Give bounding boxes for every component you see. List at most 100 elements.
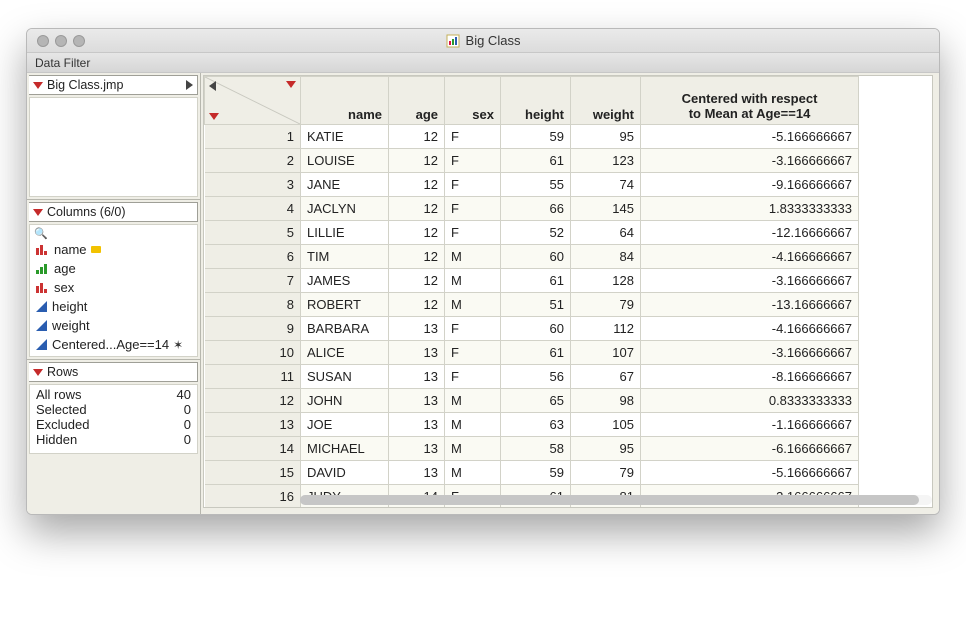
column-item-sex[interactable]: sex <box>34 278 193 297</box>
cell-centered[interactable]: -5.166666667 <box>641 461 859 485</box>
cell-name[interactable]: MICHAEL <box>301 437 389 461</box>
col-header-sex[interactable]: sex <box>445 77 501 125</box>
cell-height[interactable]: 60 <box>501 245 571 269</box>
cell-sex[interactable]: M <box>445 389 501 413</box>
cell-weight[interactable]: 79 <box>571 461 641 485</box>
col-header-weight[interactable]: weight <box>571 77 641 125</box>
cell-sex[interactable]: F <box>445 173 501 197</box>
row-number[interactable]: 5 <box>205 221 301 245</box>
cell-age[interactable]: 13 <box>389 317 445 341</box>
cell-height[interactable]: 56 <box>501 365 571 389</box>
row-number[interactable]: 10 <box>205 341 301 365</box>
table-row[interactable]: 15DAVID13M5979-5.166666667 <box>205 461 859 485</box>
cell-height[interactable]: 61 <box>501 149 571 173</box>
cell-centered[interactable]: -5.166666667 <box>641 125 859 149</box>
row-number[interactable]: 12 <box>205 389 301 413</box>
cell-age[interactable]: 13 <box>389 461 445 485</box>
table-row[interactable]: 14MICHAEL13M5895-6.166666667 <box>205 437 859 461</box>
cell-weight[interactable]: 145 <box>571 197 641 221</box>
cell-centered[interactable]: -3.166666667 <box>641 341 859 365</box>
cell-name[interactable]: KATIE <box>301 125 389 149</box>
scrollbar-thumb[interactable] <box>300 495 919 505</box>
cell-age[interactable]: 12 <box>389 221 445 245</box>
cell-centered[interactable]: -4.166666667 <box>641 317 859 341</box>
cell-centered[interactable]: -8.166666667 <box>641 365 859 389</box>
run-script-icon[interactable] <box>186 80 193 90</box>
cell-sex[interactable]: M <box>445 413 501 437</box>
cell-age[interactable]: 12 <box>389 269 445 293</box>
row-number[interactable]: 9 <box>205 317 301 341</box>
cell-weight[interactable]: 74 <box>571 173 641 197</box>
cell-name[interactable]: JACLYN <box>301 197 389 221</box>
cell-weight[interactable]: 112 <box>571 317 641 341</box>
rows-stat-all-rows[interactable]: All rows40 <box>36 387 191 402</box>
panel-source-head[interactable]: Big Class.jmp <box>29 75 198 95</box>
table-row[interactable]: 2LOUISE12F61123-3.166666667 <box>205 149 859 173</box>
cell-height[interactable]: 63 <box>501 413 571 437</box>
cell-age[interactable]: 13 <box>389 413 445 437</box>
cell-centered[interactable]: -12.16666667 <box>641 221 859 245</box>
cell-sex[interactable]: F <box>445 197 501 221</box>
col-header-name[interactable]: name <box>301 77 389 125</box>
disclosure-icon[interactable] <box>33 82 43 89</box>
cell-centered[interactable]: -4.166666667 <box>641 245 859 269</box>
cell-centered[interactable]: -6.166666667 <box>641 437 859 461</box>
cell-sex[interactable]: F <box>445 341 501 365</box>
minimize-icon[interactable] <box>55 35 67 47</box>
cell-centered[interactable]: -1.166666667 <box>641 413 859 437</box>
cell-height[interactable]: 60 <box>501 317 571 341</box>
row-number[interactable]: 15 <box>205 461 301 485</box>
disclosure-icon[interactable] <box>33 369 43 376</box>
cell-sex[interactable]: M <box>445 437 501 461</box>
cell-sex[interactable]: F <box>445 221 501 245</box>
cell-age[interactable]: 13 <box>389 389 445 413</box>
cell-name[interactable]: ROBERT <box>301 293 389 317</box>
cell-weight[interactable]: 123 <box>571 149 641 173</box>
col-header-centered[interactable]: Centered with respect to Mean at Age==14 <box>641 77 859 125</box>
table-row[interactable]: 13JOE13M63105-1.166666667 <box>205 413 859 437</box>
cell-name[interactable]: DAVID <box>301 461 389 485</box>
cell-weight[interactable]: 107 <box>571 341 641 365</box>
cell-name[interactable]: TIM <box>301 245 389 269</box>
row-number[interactable]: 6 <box>205 245 301 269</box>
cell-centered[interactable]: 1.8333333333 <box>641 197 859 221</box>
table-row[interactable]: 3JANE12F5574-9.166666667 <box>205 173 859 197</box>
rows-stat-hidden[interactable]: Hidden0 <box>36 432 191 447</box>
data-table[interactable]: name age sex height weight Centered with… <box>204 76 859 507</box>
column-item-centered-age-14[interactable]: Centered...Age==14 ✶ <box>34 335 193 354</box>
table-row[interactable]: 5LILLIE12F5264-12.16666667 <box>205 221 859 245</box>
cell-height[interactable]: 61 <box>501 341 571 365</box>
cell-weight[interactable]: 128 <box>571 269 641 293</box>
table-row[interactable]: 12JOHN13M65980.8333333333 <box>205 389 859 413</box>
cell-centered[interactable]: 0.8333333333 <box>641 389 859 413</box>
row-number[interactable]: 7 <box>205 269 301 293</box>
row-number[interactable]: 8 <box>205 293 301 317</box>
cell-centered[interactable]: -3.166666667 <box>641 269 859 293</box>
cell-sex[interactable]: M <box>445 245 501 269</box>
cell-sex[interactable]: F <box>445 365 501 389</box>
panel-rows-head[interactable]: Rows <box>29 362 198 382</box>
cell-name[interactable]: LOUISE <box>301 149 389 173</box>
cell-name[interactable]: LILLIE <box>301 221 389 245</box>
cell-height[interactable]: 66 <box>501 197 571 221</box>
cell-centered[interactable]: -9.166666667 <box>641 173 859 197</box>
cell-age[interactable]: 12 <box>389 173 445 197</box>
cell-age[interactable]: 13 <box>389 365 445 389</box>
cell-age[interactable]: 12 <box>389 245 445 269</box>
cell-name[interactable]: SUSAN <box>301 365 389 389</box>
cols-nav-icon[interactable] <box>209 81 216 91</box>
cell-weight[interactable]: 84 <box>571 245 641 269</box>
menu-data-filter[interactable]: Data Filter <box>35 56 90 70</box>
cell-age[interactable]: 13 <box>389 341 445 365</box>
rows-menu-icon[interactable] <box>209 113 219 120</box>
col-header-age[interactable]: age <box>389 77 445 125</box>
cell-weight[interactable]: 79 <box>571 293 641 317</box>
table-row[interactable]: 1KATIE12F5995-5.166666667 <box>205 125 859 149</box>
column-item-height[interactable]: height <box>34 297 193 316</box>
cell-height[interactable]: 51 <box>501 293 571 317</box>
zoom-icon[interactable] <box>73 35 85 47</box>
table-row[interactable]: 7JAMES12M61128-3.166666667 <box>205 269 859 293</box>
row-number[interactable]: 2 <box>205 149 301 173</box>
table-row[interactable]: 4JACLYN12F661451.8333333333 <box>205 197 859 221</box>
table-row[interactable]: 6TIM12M6084-4.166666667 <box>205 245 859 269</box>
